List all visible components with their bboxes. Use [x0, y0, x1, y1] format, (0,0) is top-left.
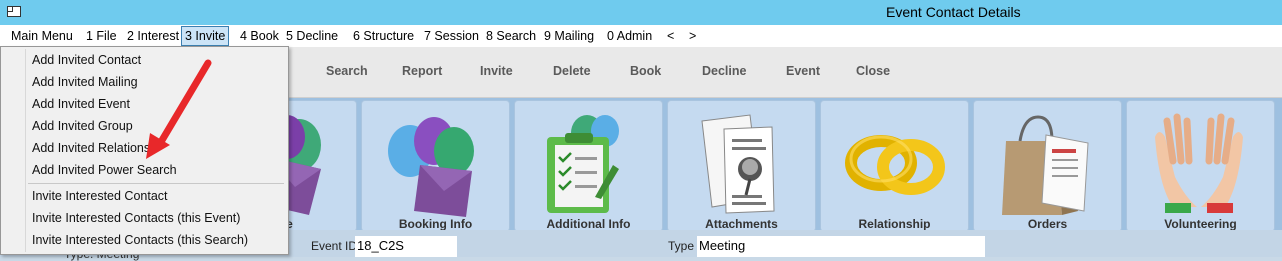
clipboard-checklist-icon [547, 115, 619, 213]
section-tiles: dee Booking Info Additional Info [200, 98, 1282, 232]
report-button[interactable]: Report [402, 64, 442, 78]
menu-scroll-right[interactable]: > [687, 27, 698, 45]
tile-volunteering[interactable]: Volunteering [1126, 100, 1275, 232]
menu-book[interactable]: 4 Book [238, 27, 281, 45]
tile-label: Booking Info [398, 217, 473, 231]
type-label: Type [668, 239, 695, 253]
menu-session[interactable]: 7 Session [422, 27, 481, 45]
menu-scroll-left[interactable]: < [665, 27, 676, 45]
tile-label: Orders [1027, 217, 1068, 231]
menu-invite[interactable]: 3 Invite [181, 26, 230, 46]
menu-add-invited-mailing[interactable]: Add Invited Mailing [32, 75, 138, 89]
tile-label: Volunteering [1164, 217, 1237, 231]
menu-add-invited-power-search[interactable]: Add Invited Power Search [32, 163, 177, 177]
menu-separator [28, 183, 284, 184]
delete-button[interactable]: Delete [553, 64, 591, 78]
close-button[interactable]: Close [856, 64, 890, 78]
menu-add-invited-relations[interactable]: Add Invited Relations [32, 141, 150, 155]
wedding-rings-icon [845, 135, 945, 195]
title-bar: Event Contact Details [0, 0, 1282, 25]
menu-add-invited-contact[interactable]: Add Invited Contact [32, 53, 141, 67]
documents-pushpin-icon [701, 114, 775, 214]
event-button[interactable]: Event [786, 64, 820, 78]
tile-label: Additional Info [546, 217, 631, 231]
shopping-bag-icon [1002, 115, 1089, 215]
menu-add-invited-event[interactable]: Add Invited Event [32, 97, 130, 111]
menu-structure[interactable]: 6 Structure [351, 27, 416, 45]
window-title: Event Contact Details [886, 4, 1021, 20]
menu-invite-interested-contacts-search[interactable]: Invite Interested Contacts (this Search) [32, 233, 248, 247]
tile-additional-info[interactable]: Additional Info [514, 100, 663, 232]
menu-interest[interactable]: 2 Interest [125, 27, 181, 45]
menu-gutter [25, 49, 26, 252]
menu-invite-interested-contacts-event[interactable]: Invite Interested Contacts (this Event) [32, 211, 240, 225]
menu-add-invited-group[interactable]: Add Invited Group [32, 119, 133, 133]
menu-invite-interested-contact[interactable]: Invite Interested Contact [32, 189, 168, 203]
menu-search[interactable]: 8 Search [484, 27, 538, 45]
menu-main-menu[interactable]: Main Menu [9, 27, 75, 45]
balloons-envelope-icon [388, 117, 474, 217]
raised-hands-icon [1155, 113, 1243, 213]
menu-bar: Main Menu 1 File 2 Interest 3 Invite 4 B… [0, 25, 1282, 48]
menu-admin[interactable]: 0 Admin [605, 27, 654, 45]
book-button[interactable]: Book [630, 64, 661, 78]
red-arrow-annotation [146, 59, 212, 159]
event-id-field[interactable]: 18_C2S [355, 236, 457, 257]
tile-orders[interactable]: Orders [973, 100, 1122, 232]
tile-label: Attachments [705, 217, 778, 231]
menu-decline[interactable]: 5 Decline [284, 27, 340, 45]
type-field[interactable]: Meeting [697, 236, 985, 257]
event-id-label: Event ID [311, 239, 358, 253]
menu-mailing[interactable]: 9 Mailing [542, 27, 596, 45]
tile-booking-info[interactable]: Booking Info [361, 100, 510, 232]
decline-button[interactable]: Decline [702, 64, 746, 78]
search-button[interactable]: Search [326, 64, 368, 78]
tile-attachments[interactable]: Attachments [667, 100, 816, 232]
menu-file[interactable]: 1 File [84, 27, 119, 45]
invite-button[interactable]: Invite [480, 64, 513, 78]
tile-relationship[interactable]: Relationship [820, 100, 969, 232]
window-menu-icon[interactable] [7, 6, 21, 17]
tile-label: Relationship [858, 217, 931, 231]
